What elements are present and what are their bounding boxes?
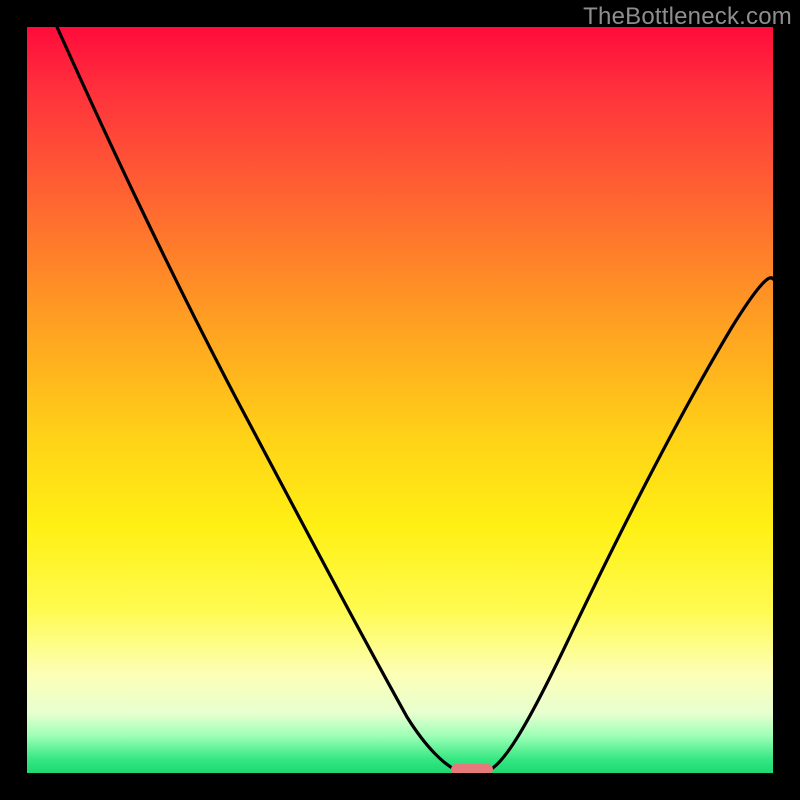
curve-layer bbox=[27, 27, 773, 773]
plot-area bbox=[27, 27, 773, 773]
optimal-range-pill bbox=[451, 764, 493, 773]
chart-frame: TheBottleneck.com bbox=[0, 0, 800, 800]
watermark-text: TheBottleneck.com bbox=[583, 3, 792, 31]
bottleneck-curve-right bbox=[489, 278, 773, 771]
bottleneck-curve-left bbox=[57, 27, 457, 771]
